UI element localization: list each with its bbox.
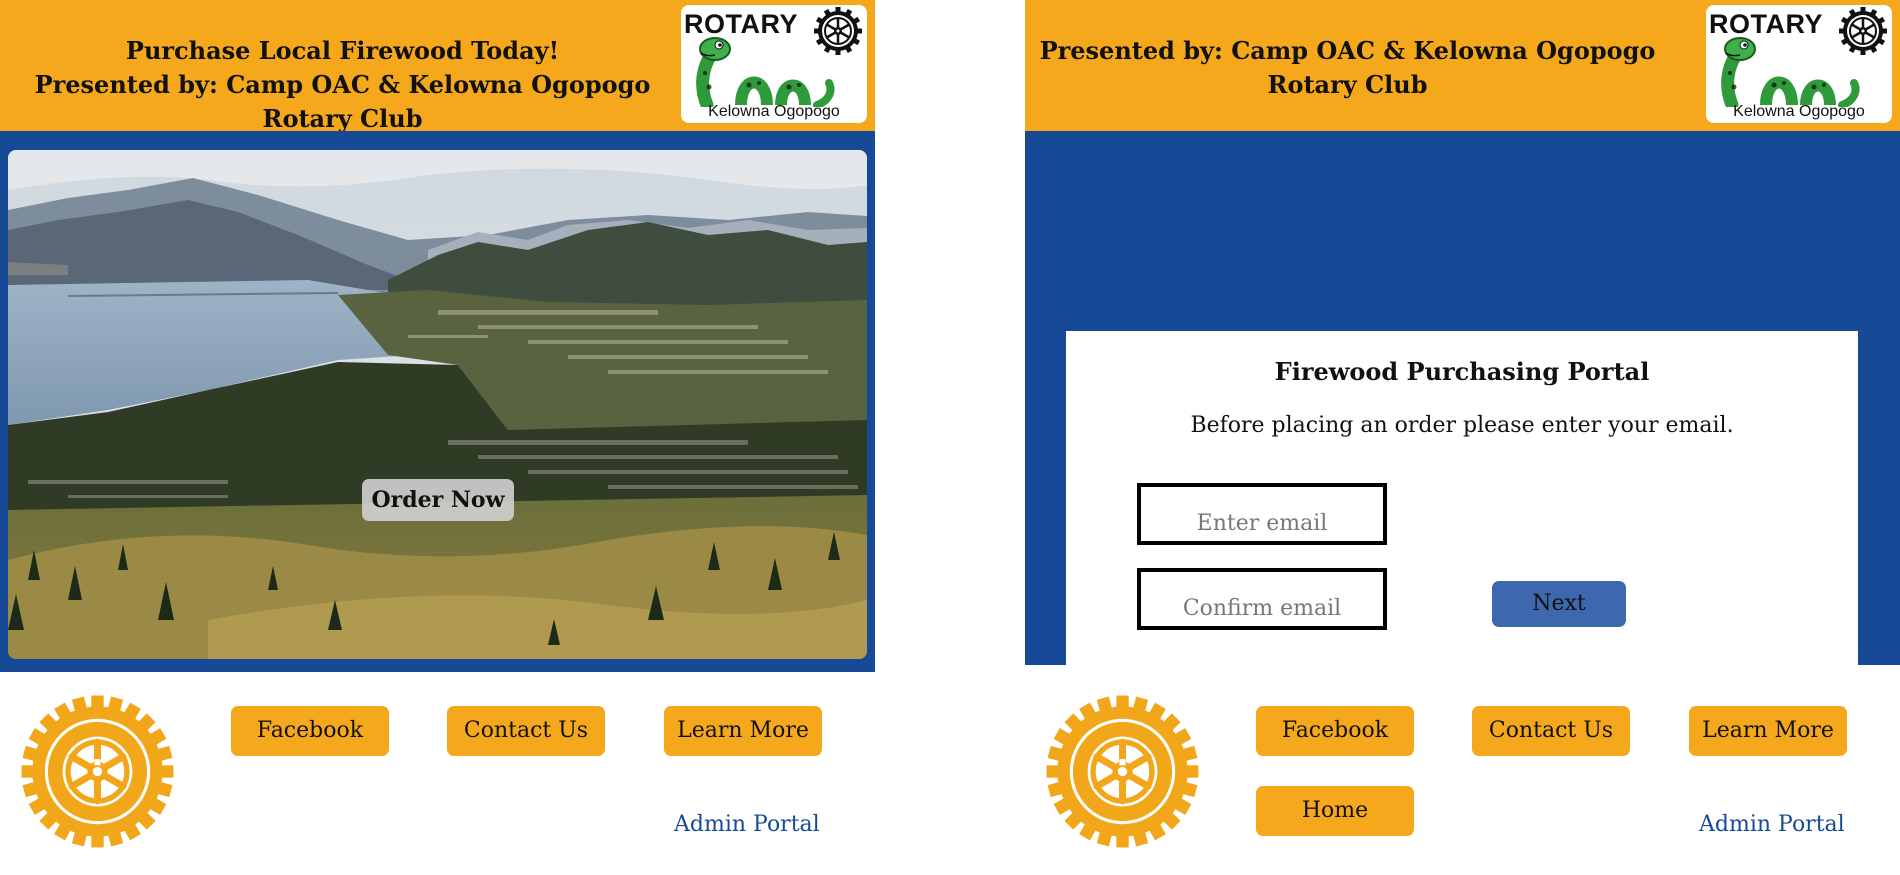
admin-portal-link[interactable]: Admin Portal — [1699, 812, 1845, 837]
hero-image — [8, 150, 867, 659]
purchasing-portal-card: Firewood Purchasing Portal Before placin… — [1066, 331, 1858, 739]
header-line-2: Rotary Club — [1267, 70, 1428, 99]
portal-description: Before placing an order please enter you… — [1190, 413, 1734, 438]
email-input[interactable] — [1137, 483, 1387, 545]
kelowna-ogopogo-rotary-logo: ROTARY Kelowna Ogopogo — [1706, 5, 1892, 123]
kelowna-ogopogo-rotary-logo: ROTARY Kelowna Ogopogo — [681, 5, 867, 123]
contact-us-button[interactable]: Contact Us — [1472, 706, 1630, 756]
ogopogo-serpent-icon — [689, 35, 839, 107]
ogopogo-serpent-icon — [1714, 35, 1864, 107]
next-button[interactable]: Next — [1492, 581, 1626, 627]
header-line-1: Purchase Local Firewood Today! — [125, 36, 560, 65]
logo-caption: Kelowna Ogopogo — [708, 103, 840, 120]
header-title: Purchase Local Firewood Today! Presented… — [0, 34, 685, 136]
facebook-button[interactable]: Facebook — [1256, 706, 1414, 756]
admin-portal-link[interactable]: Admin Portal — [674, 812, 820, 837]
site-header: Purchase Local Firewood Today! Presented… — [0, 0, 875, 133]
learn-more-button[interactable]: Learn More — [664, 706, 822, 756]
order-now-button[interactable]: Order Now — [362, 479, 514, 521]
portal-band: Firewood Purchasing Portal Before placin… — [1025, 131, 1900, 739]
confirm-email-input[interactable] — [1137, 568, 1387, 630]
email-portal-screen: Presented by: Camp OAC & Kelowna Ogopogo… — [1025, 0, 1900, 875]
portal-title: Firewood Purchasing Portal — [1274, 357, 1650, 386]
rotary-international-wheel-icon: ROTARY INTERNATIONAL — [20, 694, 175, 849]
home-button[interactable]: Home — [1256, 786, 1414, 836]
landing-screen: Purchase Local Firewood Today! Presented… — [0, 0, 875, 875]
logo-caption: Kelowna Ogopogo — [1733, 103, 1865, 120]
site-header: Presented by: Camp OAC & Kelowna Ogopogo… — [1025, 0, 1900, 131]
okanagan-valley-landscape — [8, 150, 867, 659]
header-line-1: Presented by: Camp OAC & Kelowna Ogopogo — [1039, 36, 1656, 65]
contact-us-button[interactable]: Contact Us — [447, 706, 605, 756]
header-line-2: Presented by: Camp OAC & Kelowna Ogopogo… — [34, 70, 651, 133]
rotary-international-wheel-icon: ROTARY INTERNATIONAL — [1045, 694, 1200, 849]
learn-more-button[interactable]: Learn More — [1689, 706, 1847, 756]
header-title: Presented by: Camp OAC & Kelowna Ogopogo… — [1025, 34, 1670, 102]
facebook-button[interactable]: Facebook — [231, 706, 389, 756]
